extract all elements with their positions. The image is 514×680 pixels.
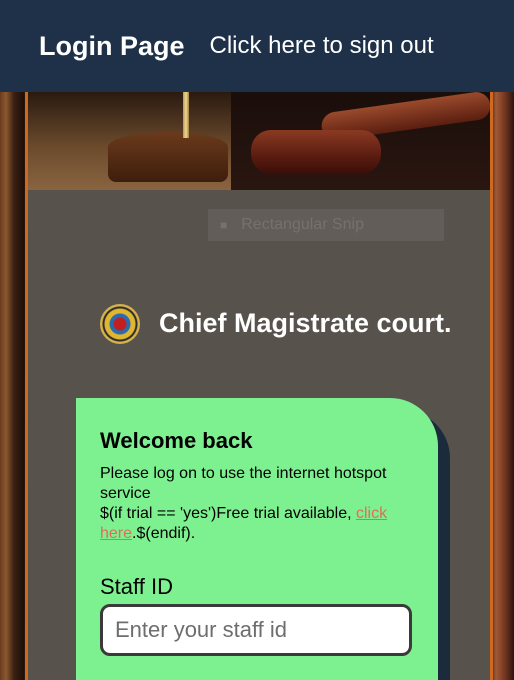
court-name: Chief Magistrate court. [159, 308, 452, 338]
rectangular-snip-tooltip: ■ Rectangular Snip [208, 209, 444, 241]
brand-header: Chief Magistrate court. [28, 296, 490, 356]
top-bar: Login Page Click here to sign out [0, 0, 514, 92]
staff-id-input[interactable] [100, 604, 412, 656]
welcome-heading: Welcome back [100, 428, 253, 453]
page-title: Login Page [39, 30, 185, 61]
gavel-photo [231, 92, 490, 190]
login-description: Please log on to use the internet hotspo… [100, 464, 416, 544]
staff-id-label: Staff ID [100, 574, 173, 599]
desk-bell-photo [28, 92, 231, 190]
header-image [28, 92, 490, 190]
desc-line-1: Please log on to use the internet hotspo… [100, 465, 387, 502]
desc-prefix: $(if trial == 'yes')Free trial available… [100, 505, 356, 522]
login-card: Welcome back Please log on to use the in… [76, 398, 438, 680]
snip-icon: ■ [220, 218, 228, 232]
tooltip-label: Rectangular Snip [241, 216, 364, 233]
login-panel: ■ Rectangular Snip Chief Magistrate cour… [25, 92, 493, 680]
desc-suffix: .$(endif). [132, 525, 196, 542]
court-seal-icon [100, 304, 140, 344]
sign-out-link[interactable]: Click here to sign out [210, 32, 434, 60]
